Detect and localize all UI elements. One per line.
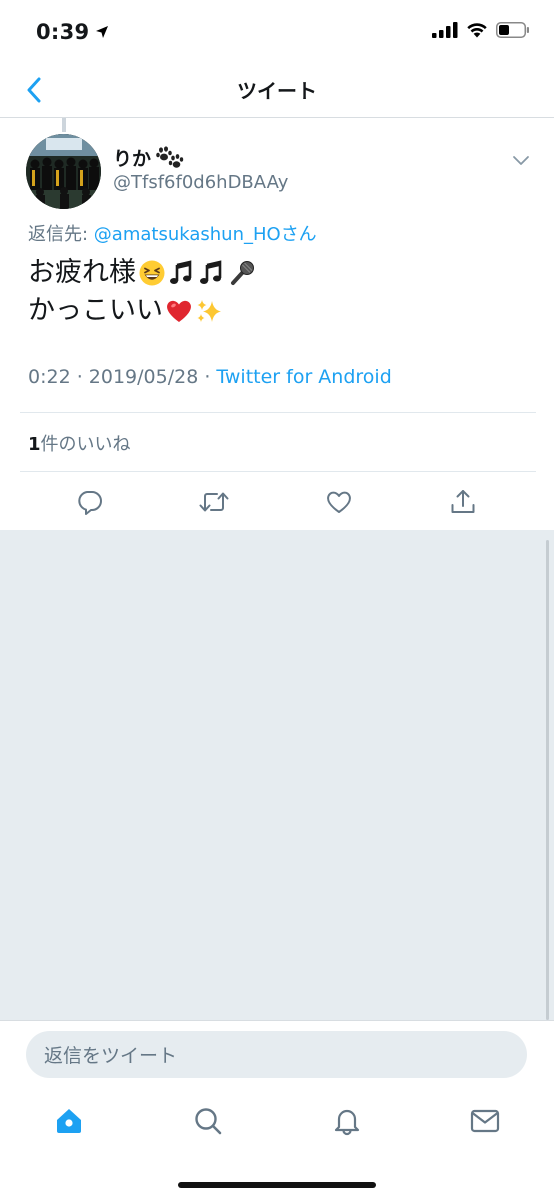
musical-notes-icon (170, 260, 192, 284)
reply-input-placeholder: 返信をツイート (44, 1045, 178, 1067)
tab-notifications[interactable] (330, 1104, 364, 1138)
user-handle[interactable]: @Tfsf6f0d6hDBAAy (113, 172, 288, 193)
divider (20, 412, 536, 413)
like-icon (327, 491, 351, 513)
reply-to-prefix: 返信先: (28, 224, 94, 245)
status-bar: 0:39 (0, 0, 554, 66)
grinning-squinting-face-icon (139, 260, 165, 286)
share-button[interactable] (447, 486, 479, 518)
tab-messages[interactable] (468, 1104, 502, 1138)
avatar-photo (26, 134, 101, 209)
home-icon (57, 1109, 81, 1133)
paw-prints-icon (156, 145, 184, 168)
battery-icon (496, 22, 529, 38)
tweet-text: お疲れ様 かっこいい (28, 254, 256, 330)
tweet-metadata: 0:22 · 2019/05/28 · Twitter for Android (28, 366, 392, 388)
cellular-signal-icon (432, 22, 458, 38)
tweet-action-bar (0, 472, 554, 530)
reply-icon (78, 491, 102, 515)
tweet-timestamp: 0:22 · 2019/05/28 · (28, 366, 217, 388)
tweet-text-line-2-text: かっこいい (28, 295, 163, 326)
retweet-icon (199, 492, 229, 512)
notifications-icon (334, 1109, 360, 1136)
messages-icon (470, 1109, 500, 1133)
empty-replies-area (0, 530, 554, 1020)
tweet-text-line-1-text: お疲れ様 (28, 257, 136, 288)
tweet-options-button[interactable] (510, 150, 532, 170)
musical-notes-icon (200, 260, 222, 284)
red-heart-icon (167, 300, 191, 322)
like-button[interactable] (323, 486, 355, 518)
tab-search[interactable] (191, 1104, 225, 1138)
retweet-button[interactable] (198, 486, 230, 518)
scrollbar[interactable] (546, 540, 549, 1020)
search-icon (195, 1108, 222, 1135)
sparkles-icon (197, 300, 221, 322)
navigation-bar: ツイート (0, 66, 554, 118)
thread-connector-line (62, 118, 66, 132)
wifi-icon (467, 23, 487, 38)
chevron-down-icon (513, 155, 529, 165)
avatar[interactable] (26, 134, 101, 209)
page-title: ツイート (237, 79, 317, 103)
home-indicator[interactable] (178, 1182, 376, 1188)
likes-count[interactable]: 1件のいいね (28, 430, 131, 456)
location-arrow-icon (96, 26, 109, 38)
status-time-group: 0:39 (36, 20, 109, 44)
reply-to-line: 返信先: @amatsukashun_HOさん (28, 220, 317, 246)
reply-to-mention[interactable]: @amatsukashun_HO (94, 224, 281, 245)
user-display-name-group[interactable]: りか (113, 144, 185, 171)
reply-button[interactable] (74, 486, 106, 518)
status-time: 0:39 (36, 20, 90, 44)
likes-label: 件のいいね (40, 434, 131, 455)
share-icon (451, 490, 475, 513)
user-display-name: りか (113, 148, 152, 170)
tweet-source-link[interactable]: Twitter for Android (216, 366, 391, 388)
tab-home[interactable] (52, 1104, 86, 1138)
likes-number: 1 (28, 434, 41, 455)
reply-to-suffix: さん (280, 224, 317, 245)
tweet-text-line-1: お疲れ様 (28, 254, 256, 292)
tweet-text-line-2: かっこいい (28, 292, 256, 330)
microphone-icon (231, 261, 254, 285)
reply-compose-bar: 返信をツイート (0, 1020, 554, 1088)
reply-input[interactable]: 返信をツイート (26, 1031, 527, 1078)
status-indicators (432, 22, 530, 38)
